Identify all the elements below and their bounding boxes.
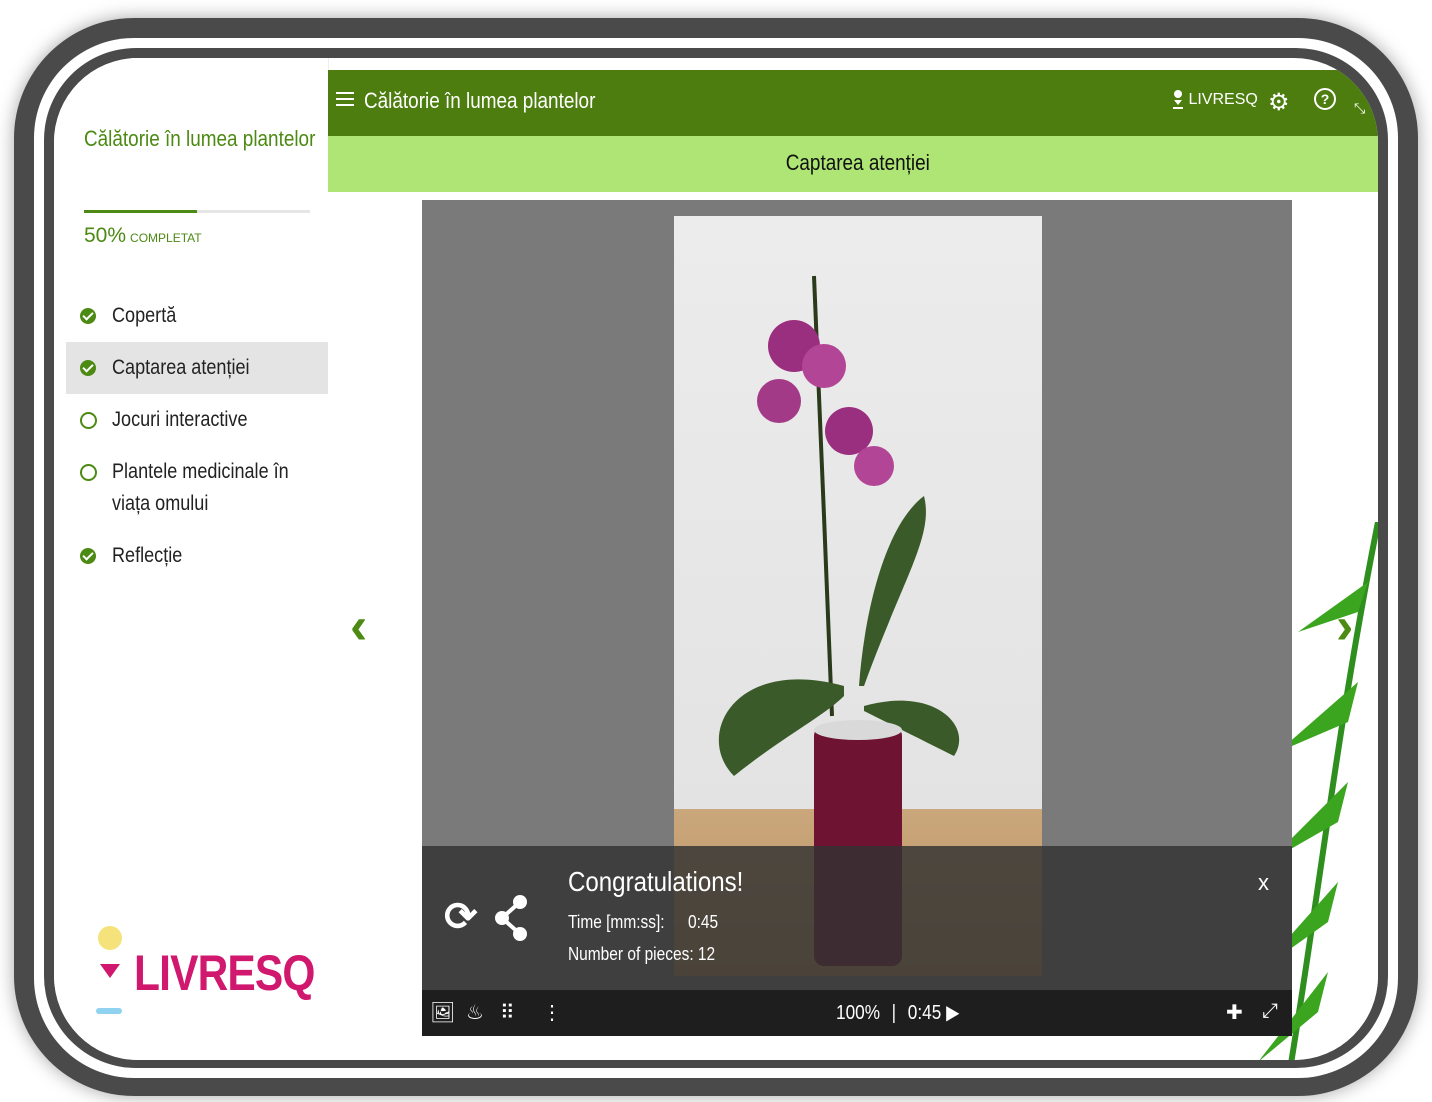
toc-item-label: Plantele medicinale în viața omului [112, 460, 289, 515]
check-circle-icon [80, 308, 96, 324]
toc-item-label: Jocuri interactive [112, 408, 248, 431]
expand-icon[interactable]: ⤡ [1354, 100, 1365, 117]
share-icon[interactable] [494, 894, 530, 942]
toc-item-label: Reflecție [112, 544, 183, 567]
course-title: Călătorie în lumea plantelor [364, 88, 596, 113]
refresh-icon[interactable]: ⟳ [444, 894, 478, 940]
section-bar: Captarea atenției [328, 136, 1378, 192]
jigsaw-puzzle: ⟳ Congratulations! Time [mm:ss]: 0:45 Nu… [422, 200, 1292, 1036]
check-circle-icon [80, 548, 96, 564]
header-logo-text: LIVRESQ [1188, 91, 1258, 109]
logo-mark-icon [96, 926, 122, 1014]
previous-page-button[interactable]: ‹ [350, 596, 367, 656]
livresq-logo: LIVRESQ [94, 924, 315, 1020]
fullscreen-icon[interactable]: ⤢ [1262, 1000, 1278, 1023]
logo-mark-icon [1173, 90, 1183, 109]
image-icon[interactable]: 🖼 [430, 1000, 455, 1025]
progress-label: COMPLETAT [130, 231, 202, 245]
empty-circle-icon [80, 412, 97, 429]
content-stage: ‹ › ⟳ Congratulations! Time [mm:ss]: 0:4… [328, 192, 1378, 1060]
app-window: Călătorie în lumea plantelor 50% COMPLETA… [54, 58, 1378, 1060]
pieces-count: Number of pieces: 12 [568, 944, 716, 964]
header-logo: LIVRESQ [1172, 90, 1258, 110]
gear-icon[interactable]: ⚙ [1268, 88, 1290, 117]
grid-icon[interactable]: ⠿ [500, 1000, 515, 1025]
separator: | [891, 1002, 897, 1024]
puzzle-icon[interactable]: ✚ [1226, 1000, 1243, 1025]
progress-fill [84, 210, 197, 213]
help-icon[interactable]: ? [1314, 88, 1336, 110]
time-label: Time [mm:ss]: [568, 912, 665, 932]
toc-item-label: Copertă [112, 304, 177, 327]
progress-bar [84, 210, 310, 213]
timer: 0:45 [907, 1002, 942, 1024]
zoom-timer: 100% | 0:45 ▶ [836, 1000, 959, 1025]
table-of-contents: Copertă Captarea atenției Jocuri interac… [66, 290, 328, 582]
result-overlay: ⟳ Congratulations! Time [mm:ss]: 0:45 Nu… [422, 846, 1292, 990]
zoom-level: 100% [836, 1002, 880, 1024]
toc-item-label: Captarea atenției [112, 356, 250, 379]
sidebar: Călătorie în lumea plantelor 50% COMPLETA… [54, 58, 329, 1060]
time-value: 0:45 [688, 912, 719, 932]
sidebar-title: Călătorie în lumea plantelor [84, 126, 316, 151]
toc-item-reflectie[interactable]: Reflecție [66, 530, 328, 582]
check-circle-icon [80, 360, 96, 376]
empty-circle-icon [80, 464, 97, 481]
ghost-icon[interactable]: ♨ [466, 1000, 484, 1025]
progress-text: 50% COMPLETAT [84, 224, 202, 248]
toc-item-coperta[interactable]: Copertă [66, 290, 328, 342]
section-title: Captarea atenției [785, 150, 931, 175]
close-icon[interactable]: x [1258, 870, 1269, 896]
next-page-button[interactable]: › [1336, 596, 1353, 656]
toc-item-jocuri-interactive[interactable]: Jocuri interactive [66, 394, 328, 446]
toc-item-plantele-medicinale[interactable]: Plantele medicinale în viața omului [66, 446, 328, 530]
play-icon[interactable]: ▶ [946, 1002, 959, 1024]
top-bar: Călătorie în lumea plantelor LIVRESQ ⚙ ?… [328, 70, 1378, 136]
menu-icon[interactable] [336, 92, 354, 106]
logo-text: LIVRESQ [134, 945, 315, 1001]
more-icon[interactable]: ⋮ [542, 1000, 562, 1025]
toc-item-captarea-atentiei[interactable]: Captarea atenției [66, 342, 328, 394]
puzzle-toolbar: 🖼 ♨ ⠿ ⋮ 100% | 0:45 ▶ ✚ ⤢ [422, 990, 1292, 1036]
progress-percent: 50% [84, 224, 127, 247]
congratulations-title: Congratulations! [568, 866, 744, 897]
